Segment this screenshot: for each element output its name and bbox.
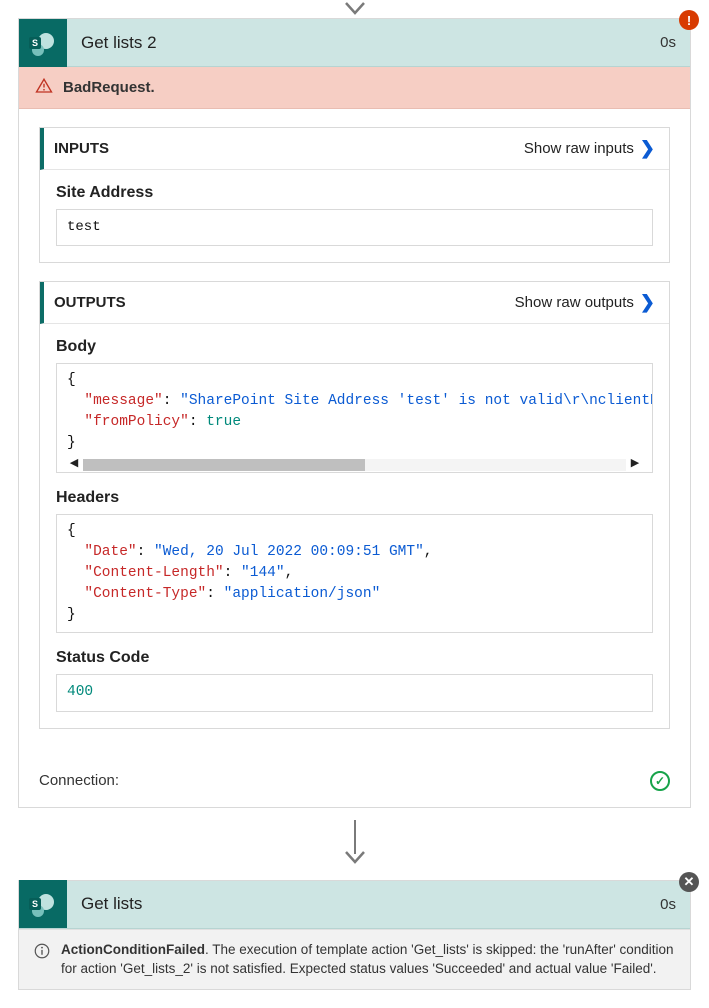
card-title: Get lists 2 bbox=[67, 33, 646, 53]
status-code-value[interactable]: 400 bbox=[56, 674, 653, 712]
action-card-get-lists-2: ! S Get lists 2 0s BadRequest. INPUTS Sh… bbox=[18, 18, 691, 808]
check-circle-icon: ✓ bbox=[650, 771, 670, 791]
card-duration: 0s bbox=[646, 896, 690, 913]
json-key: "Date" bbox=[84, 544, 136, 560]
chevron-right-icon: ❯ bbox=[640, 138, 655, 159]
json-value: "application/json" bbox=[224, 586, 381, 602]
scroll-right-icon[interactable]: ▶ bbox=[628, 457, 642, 473]
error-badge-text: ! bbox=[687, 13, 691, 28]
card-duration: 0s bbox=[646, 34, 690, 51]
error-badge-icon: ! bbox=[679, 10, 699, 30]
horizontal-scrollbar[interactable]: ◀▶ bbox=[67, 458, 642, 472]
site-address-label: Site Address bbox=[56, 184, 653, 202]
json-value: "SharePoint Site Address 'test' is not v… bbox=[180, 393, 653, 409]
json-value: true bbox=[206, 414, 241, 430]
body-label: Body bbox=[56, 338, 653, 356]
scroll-left-icon[interactable]: ◀ bbox=[67, 457, 81, 473]
sharepoint-icon: S bbox=[19, 880, 67, 928]
json-key: "Content-Length" bbox=[84, 565, 223, 581]
card-header[interactable]: S Get lists 2 0s bbox=[19, 19, 690, 67]
connection-row: Connection: ✓ bbox=[19, 759, 690, 807]
body-json[interactable]: { "message": "SharePoint Site Address 't… bbox=[56, 363, 653, 473]
warning-icon bbox=[35, 77, 53, 98]
outputs-header: OUTPUTS bbox=[54, 294, 126, 311]
site-address-value[interactable]: test bbox=[56, 209, 653, 246]
headers-json[interactable]: { "Date": "Wed, 20 Jul 2022 00:09:51 GMT… bbox=[56, 514, 653, 633]
connector-arrow-top bbox=[0, 0, 709, 18]
status-code-label: Status Code bbox=[56, 649, 653, 667]
inputs-section: INPUTS Show raw inputs ❯ Site Address te… bbox=[39, 127, 670, 263]
headers-label: Headers bbox=[56, 489, 653, 507]
show-raw-inputs-link[interactable]: Show raw inputs ❯ bbox=[524, 138, 655, 159]
show-raw-inputs-text: Show raw inputs bbox=[524, 140, 634, 157]
info-title: ActionConditionFailed bbox=[61, 942, 205, 957]
info-bar: ActionConditionFailed. The execution of … bbox=[19, 929, 690, 989]
json-key: "Content-Type" bbox=[84, 586, 206, 602]
show-raw-outputs-link[interactable]: Show raw outputs ❯ bbox=[515, 292, 655, 313]
json-value: "144" bbox=[241, 565, 285, 581]
json-value: "Wed, 20 Jul 2022 00:09:51 GMT" bbox=[154, 544, 424, 560]
dismiss-badge-icon[interactable]: ✕ bbox=[679, 872, 699, 892]
connector-arrow bbox=[0, 808, 709, 880]
show-raw-outputs-text: Show raw outputs bbox=[515, 294, 634, 311]
card-header[interactable]: S Get lists 0s bbox=[19, 881, 690, 929]
json-key: "message" bbox=[84, 393, 162, 409]
action-card-get-lists: ✕ S Get lists 0s ActionConditionFailed. … bbox=[18, 880, 691, 990]
outputs-section: OUTPUTS Show raw outputs ❯ Body { "messa… bbox=[39, 281, 670, 729]
error-text: BadRequest. bbox=[63, 79, 155, 96]
json-key: "fromPolicy" bbox=[84, 414, 188, 430]
error-bar: BadRequest. bbox=[19, 67, 690, 109]
status-code-text: 400 bbox=[67, 684, 93, 700]
sharepoint-icon: S bbox=[19, 19, 67, 67]
chevron-right-icon: ❯ bbox=[640, 292, 655, 313]
info-icon bbox=[33, 942, 51, 960]
card-title: Get lists bbox=[67, 894, 646, 914]
inputs-header: INPUTS bbox=[54, 140, 109, 157]
info-text: ActionConditionFailed. The execution of … bbox=[61, 940, 676, 979]
connection-label: Connection: bbox=[39, 772, 119, 789]
dismiss-badge-text: ✕ bbox=[684, 874, 695, 890]
